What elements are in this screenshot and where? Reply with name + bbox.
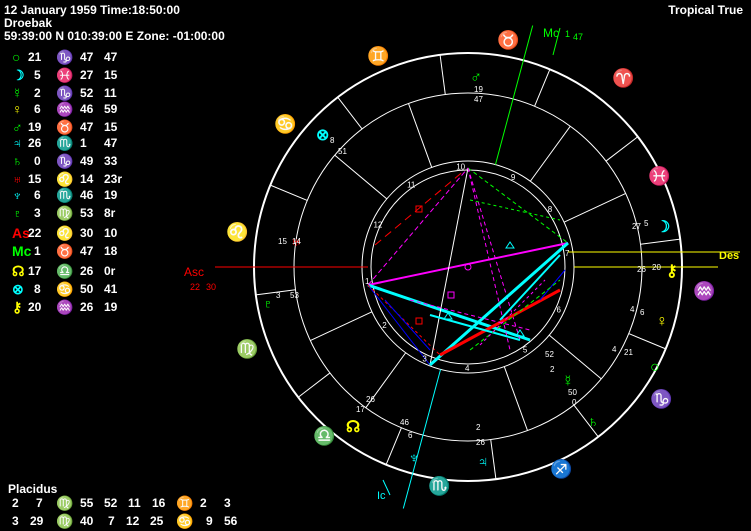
chart-planet-icon: ♃ [477,454,489,471]
chart-planet-degree: 4 [630,305,635,314]
house-cusp-line [548,334,602,380]
gemini-icon: ♊ [367,45,389,66]
house-number: 2 [382,321,387,330]
chart-planet-minute: 6 [640,308,645,317]
midheaven-label: Mc [543,26,559,40]
imum-coeli-label: Ic [377,490,386,502]
sign-divider [270,184,308,201]
sign-divider [337,96,363,130]
house-number: 5 [523,346,528,355]
chart-planet-degree: 19 [474,85,483,94]
natal-chart-wheel: 123456789101112 ♉♈♓♒♑♐♏♎♍♌♋♊ ♂1947⊗ 851♅1… [184,25,740,509]
chart-planet-minute: 26 [476,438,485,447]
descendant-label: Des [719,250,739,262]
house-number: 3 [422,355,427,364]
chart-planet-icon: ⚷ [666,263,678,280]
house-cusp-line [310,311,373,341]
chart-planet-minute: 20 [652,263,661,272]
aspect-lines [367,167,569,367]
sagittarius-icon: ♐ [550,458,572,479]
sign-divider [385,427,402,465]
chart-planet-icon: ⊗ [316,127,329,144]
chart-planet-degree: 27 [632,222,641,231]
house-number: 7 [565,249,570,258]
cancer-icon: ♋ [274,113,296,134]
aries-icon: ♈ [612,67,634,88]
chart-planet-minute: 17 [356,405,365,414]
chart-planet-icon: ○ [650,359,660,376]
chart-planet-degree: 52 [545,350,554,359]
libra-icon: ♎ [313,425,335,446]
chart-planet-degree: 46 [400,418,409,427]
chart-planet-icon: ♇ [262,296,274,313]
midheaven-minute: 47 [573,32,583,42]
chart-planet-icon: ♄ [587,414,599,431]
chart-planet-icon: ♀ [656,313,668,330]
chart-planet-minute: 53 [290,291,299,300]
aquarius-icon: ♒ [693,280,715,301]
chart-planet-minute: 5 [644,219,649,228]
chart-planet-degree: 8 [330,136,335,145]
sign-divider [439,54,446,95]
house-cusp-line [563,193,626,223]
chart-planet-degree: 2 [476,423,481,432]
midheaven-degree: 1 [565,29,570,39]
house-number: 12 [373,220,382,229]
capricorn-icon: ♑ [650,388,672,409]
house-number: 8 [548,205,553,214]
chart-planet-minute: 47 [474,95,483,104]
sign-divider [640,238,681,245]
ascendant-minute: 30 [206,282,216,292]
house-number: 4 [465,364,470,373]
leo-icon: ♌ [226,221,248,242]
chart-planet-degree: 26 [637,265,646,274]
chart-planet-degree: 26 [366,395,375,404]
sign-divider [297,372,331,398]
chart-planet-minute: 6 [408,431,413,440]
sign-divider [628,333,666,350]
pisces-icon: ♓ [648,165,670,186]
taurus-icon: ♉ [497,29,519,50]
house-cusp-line [334,154,388,200]
chart-planet-glyphs: ♂1947⊗ 851♅15 14♇3 53☽27 5⚷26 20♀4 6○4 21☿522♄5… [262,69,678,471]
chart-planet-minute: 21 [624,348,633,357]
house-number: 10 [456,162,465,171]
chart-planet-icon: ♂ [470,69,482,86]
house-number: 1 [365,277,370,286]
chart-planet-degree: 4 [612,345,617,354]
chart-planet-icon: ☊ [346,419,360,436]
house-number: 6 [557,306,562,315]
house-number: 11 [407,180,416,189]
ascendant-label: Asc [184,265,204,279]
sign-divider [605,136,639,162]
chart-planet-minute: 14 [292,237,301,246]
sign-divider [490,439,497,480]
scorpio-icon: ♏ [428,475,450,496]
chart-window: { "header":{ "line1":"12 January 1959 Ti… [0,0,751,531]
sign-divider [534,69,551,107]
ascendant-degree: 22 [190,282,200,292]
chart-planet-degree: 50 [568,388,577,397]
chart-planet-minute: 51 [338,147,347,156]
virgo-icon: ♍ [236,338,258,359]
house-cusp-line [408,103,433,168]
house-cusp-line [529,125,571,182]
chart-planet-degree: 3 [276,291,281,300]
chart-planet-icon: ☽ [656,219,670,236]
chart-planet-minute: 2 [550,365,555,374]
chart-planet-icon: ♆ [408,450,420,467]
house-cusp-line [503,366,528,431]
chart-planet-minute: 0 [572,398,577,407]
chart-planet-degree: 15 [278,237,287,246]
house-number: 9 [511,173,516,182]
